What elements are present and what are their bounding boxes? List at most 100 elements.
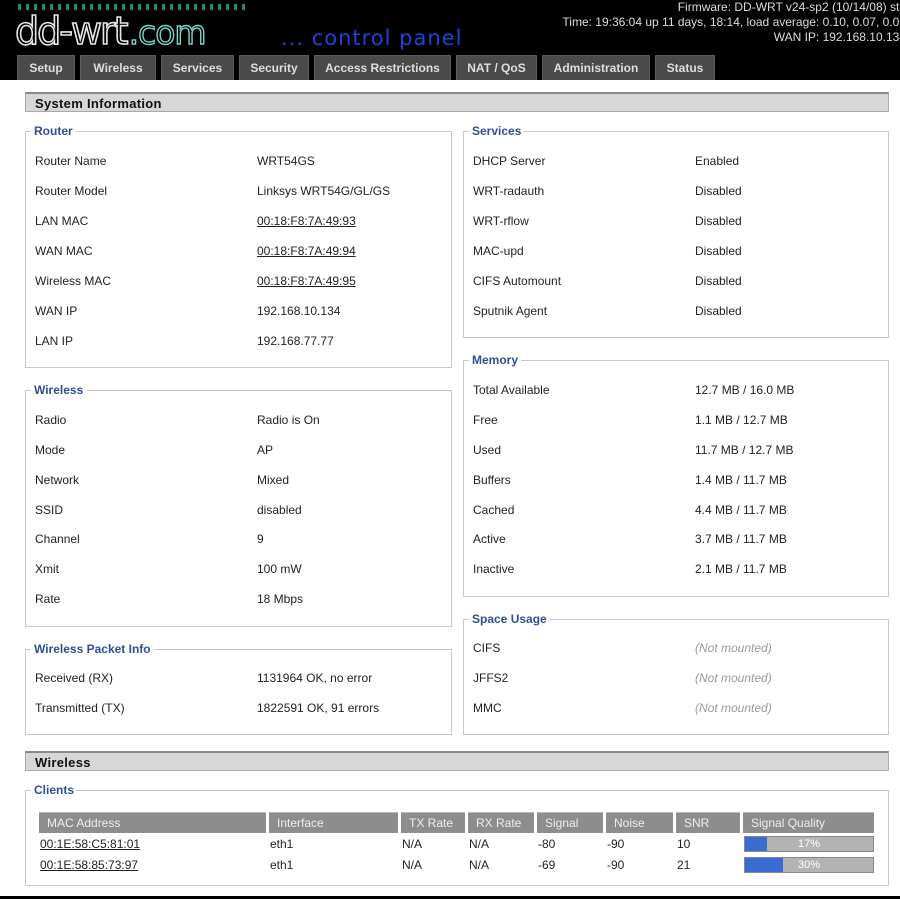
col-mac-address[interactable]: MAC Address xyxy=(39,812,266,833)
info-row: WRT-radauth Disabled xyxy=(473,183,888,199)
info-label: Router Name xyxy=(35,154,107,168)
info-label: CIFS Automount xyxy=(473,274,562,288)
info-label: Used xyxy=(473,443,502,457)
info-label: WAN MAC xyxy=(35,244,93,258)
info-label: Radio xyxy=(35,413,67,427)
router-legend: Router xyxy=(31,124,76,138)
info-value: 18 Mbps xyxy=(257,592,304,606)
tab-status[interactable]: Status xyxy=(655,55,715,80)
col-interface[interactable]: Interface xyxy=(269,812,398,833)
info-label: Channel xyxy=(35,532,80,546)
client-noise: -90 xyxy=(607,836,625,851)
router-fieldset: Router Router Name WRT54GS Router Model Li… xyxy=(25,124,452,368)
info-label: Mode xyxy=(35,443,66,457)
client-rx-rate: N/A xyxy=(469,836,490,851)
info-value: 100 mW xyxy=(257,562,302,576)
info-value: 4.4 MB / 11.7 MB xyxy=(695,503,787,517)
client-signal: -69 xyxy=(538,857,556,872)
info-row: WRT-rflow Disabled xyxy=(473,213,888,229)
tab-access-restrictions[interactable]: Access Restrictions xyxy=(314,55,451,80)
info-value: 192.168.10.134 xyxy=(257,304,341,318)
client-mac-link[interactable]: 00:1E:58:85:73:97 xyxy=(39,854,266,875)
signal-quality-bar: 17% xyxy=(744,835,874,852)
tab-nat-qos[interactable]: NAT / QoS xyxy=(456,55,537,80)
info-row: DHCP Server Enabled xyxy=(473,153,888,169)
info-value: Mixed xyxy=(257,473,290,487)
info-row: Sputnik Agent Disabled xyxy=(473,303,888,319)
info-value: 3.7 MB / 11.7 MB xyxy=(695,532,787,546)
info-row: WAN IP 192.168.10.134 xyxy=(35,303,451,319)
memory-fieldset: Memory Total Available 12.7 MB / 16.0 MB … xyxy=(463,353,889,597)
info-row: Mode AP xyxy=(35,442,451,458)
info-label: Total Available xyxy=(473,383,550,397)
info-label: CIFS xyxy=(473,641,501,655)
client-signal-quality: 17% xyxy=(743,833,874,854)
info-value: Disabled xyxy=(695,304,742,318)
info-row: SSID disabled xyxy=(35,502,451,518)
info-row: Used 11.7 MB / 12.7 MB xyxy=(473,442,888,458)
memory-legend: Memory xyxy=(469,353,522,367)
client-signal: -80 xyxy=(538,836,556,851)
info-row: JFFS2 (Not mounted) xyxy=(473,670,888,686)
col-tx-rate[interactable]: TX Rate xyxy=(401,812,465,833)
info-row: LAN IP 192.168.77.77 xyxy=(35,333,451,349)
info-row: CIFS (Not mounted) xyxy=(473,640,888,656)
info-row: MAC-upd Disabled xyxy=(473,243,888,259)
tab-setup[interactable]: Setup xyxy=(17,55,75,80)
info-value: Disabled xyxy=(695,274,742,288)
lan-mac-link[interactable]: 00:18:F8:7A:49:93 xyxy=(257,213,356,229)
tab-services[interactable]: Services xyxy=(161,55,234,80)
info-row: Free 1.1 MB / 12.7 MB xyxy=(473,412,888,428)
wireless-mac-link[interactable]: 00:18:F8:7A:49:95 xyxy=(257,273,356,289)
client-mac-link[interactable]: 00:1E:58:C5:81:01 xyxy=(39,833,266,854)
tab-security[interactable]: Security xyxy=(239,55,309,80)
info-row: CIFS Automount Disabled xyxy=(473,273,888,289)
info-label: Free xyxy=(473,413,498,427)
content-area: System Information Router Router Name WRT… xyxy=(0,80,900,896)
wireless-fieldset: Wireless Radio Radio is On Mode AP Network… xyxy=(25,383,452,627)
wan-ip-text: WAN IP: 192.168.10.134 xyxy=(773,30,900,44)
info-value: 11.7 MB / 12.7 MB xyxy=(695,443,794,457)
info-label: Router Model xyxy=(35,184,108,198)
col-noise[interactable]: Noise xyxy=(606,812,673,833)
tab-wireless[interactable]: Wireless xyxy=(80,55,156,80)
logo[interactable]: dd-wrt.com xyxy=(14,8,207,55)
col-signal[interactable]: Signal xyxy=(537,812,603,833)
signal-quality-label: 30% xyxy=(797,858,821,871)
info-row: Radio Radio is On xyxy=(35,412,451,428)
signal-quality-bar: 30% xyxy=(744,856,874,873)
info-label: Xmit xyxy=(35,562,59,576)
info-value: 1131964 OK, no error xyxy=(257,671,373,685)
info-row: Received (RX) 1131964 OK, no error xyxy=(35,670,451,686)
services-legend: Services xyxy=(469,124,525,138)
info-label: JFFS2 xyxy=(473,671,509,685)
logo-text: dd-wrt xyxy=(14,8,129,54)
info-value: WRT54GS xyxy=(257,154,315,168)
tab-administration[interactable]: Administration xyxy=(542,55,650,80)
info-value: 2.1 MB / 11.7 MB xyxy=(695,562,787,576)
client-noise: -90 xyxy=(607,857,625,872)
info-label: Inactive xyxy=(473,562,515,576)
info-value: (Not mounted) xyxy=(695,701,772,715)
wireless-legend: Wireless xyxy=(31,383,87,397)
header: dd-wrt.com ... control panel Firmware: D… xyxy=(0,0,900,80)
services-fieldset: Services DHCP Server Enabled WRT-radauth D… xyxy=(463,124,889,338)
client-interface: eth1 xyxy=(270,836,294,851)
logo-suffix: .com xyxy=(128,12,207,52)
info-row: Rate 18 Mbps xyxy=(35,591,451,607)
info-value: Disabled xyxy=(695,244,742,258)
space-usage-legend: Space Usage xyxy=(469,612,550,626)
info-row: Router Model Linksys WRT54G/GL/GS xyxy=(35,183,451,199)
col-rx-rate[interactable]: RX Rate xyxy=(468,812,534,833)
col-snr[interactable]: SNR xyxy=(676,812,740,833)
clients-table-header: MAC Address Interface TX Rate RX Rate Si… xyxy=(39,812,874,833)
info-value: 1822591 OK, 91 errors xyxy=(257,701,380,715)
info-value: Linksys WRT54G/GL/GS xyxy=(257,184,391,198)
info-row: Network Mixed xyxy=(35,472,451,488)
info-value: (Not mounted) xyxy=(695,641,772,655)
info-row: Xmit 100 mW xyxy=(35,561,451,577)
info-value: Enabled xyxy=(695,154,740,168)
client-signal-quality: 30% xyxy=(743,854,874,875)
col-signal-quality[interactable]: Signal Quality xyxy=(743,812,874,833)
wan-mac-link[interactable]: 00:18:F8:7A:49:94 xyxy=(257,243,356,259)
